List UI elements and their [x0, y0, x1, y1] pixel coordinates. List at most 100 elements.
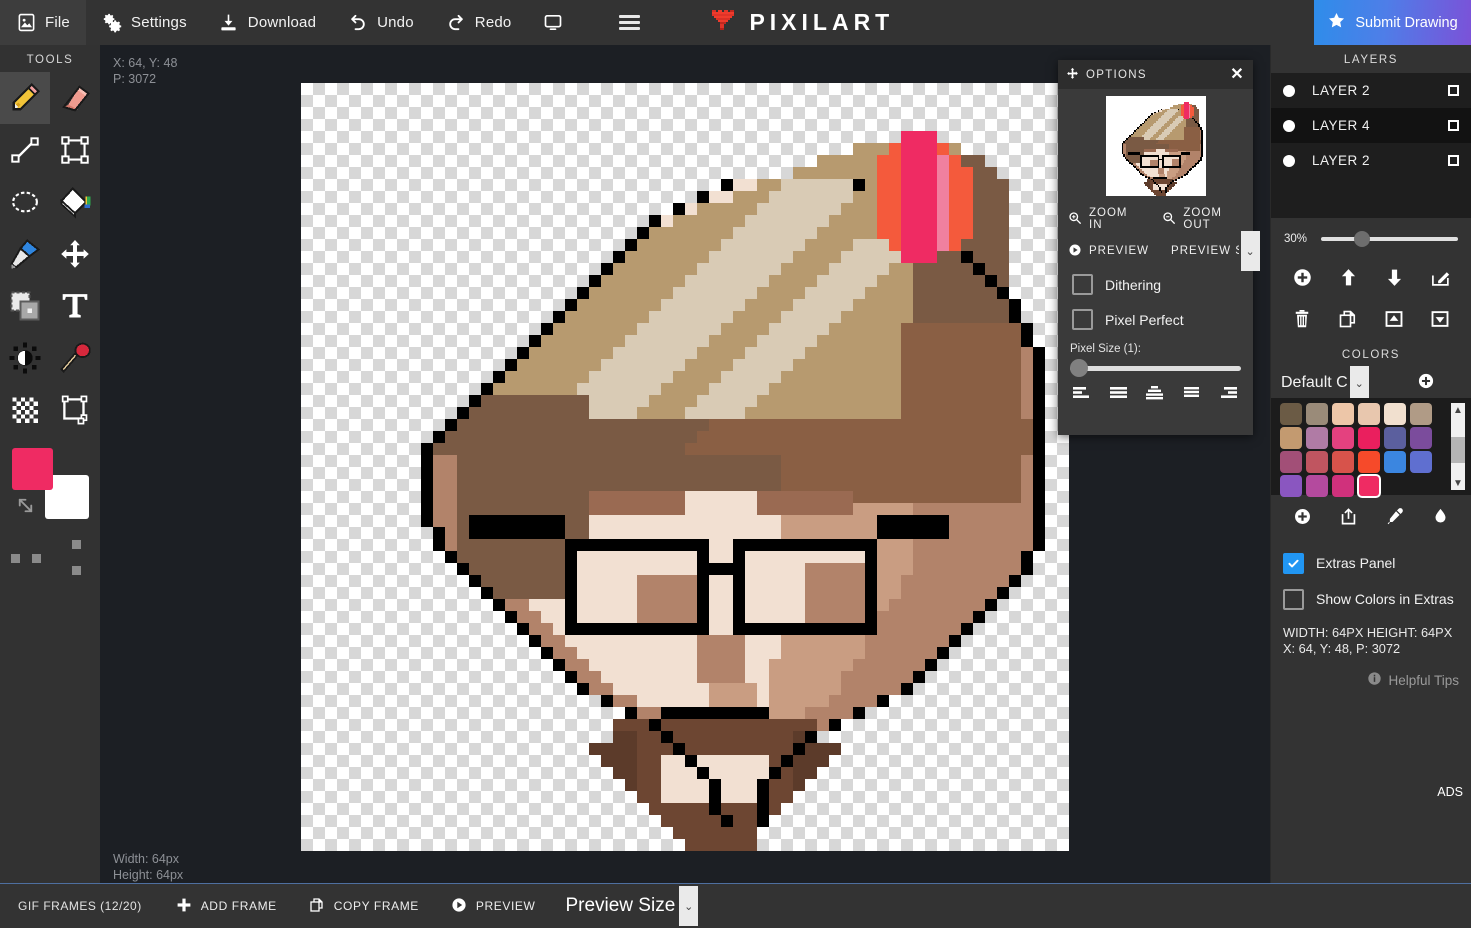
- tool-mirror-brush[interactable]: [50, 332, 100, 384]
- scroll-down-icon[interactable]: ▼: [1451, 476, 1465, 490]
- primary-color-swatch[interactable]: [12, 448, 53, 490]
- color-swatch[interactable]: [1332, 475, 1354, 497]
- preview-size-select[interactable]: PREVIEW SI ⌄: [1171, 231, 1261, 271]
- menu-redo[interactable]: Redo: [430, 0, 528, 45]
- layer-select-checkbox[interactable]: [1448, 120, 1459, 131]
- align-justify-icon[interactable]: [1109, 385, 1129, 407]
- tool-lighten-darken[interactable]: [0, 332, 50, 384]
- scrollbar-thumb[interactable]: [1451, 437, 1465, 463]
- tool-dither[interactable]: [0, 384, 50, 436]
- move-layer-up-icon[interactable]: [1334, 263, 1362, 291]
- color-swatch[interactable]: [1410, 403, 1432, 425]
- menu-download[interactable]: Download: [203, 0, 332, 45]
- pixilart-logo[interactable]: PIXILART: [702, 0, 902, 45]
- scroll-up-icon[interactable]: ▲: [1451, 403, 1465, 417]
- color-swatch[interactable]: [1410, 427, 1432, 449]
- tool-rectangle[interactable]: [50, 124, 100, 176]
- color-swatch[interactable]: [1358, 451, 1380, 473]
- move-handle-icon[interactable]: [1066, 67, 1079, 83]
- submit-drawing-button[interactable]: Submit Drawing: [1314, 0, 1471, 45]
- chevron-down-icon[interactable]: ⌄: [1241, 231, 1261, 271]
- hamburger-icon[interactable]: [609, 5, 650, 40]
- add-layer-icon[interactable]: [1288, 263, 1316, 291]
- extras-panel-checkbox[interactable]: [1283, 552, 1304, 574]
- menu-undo[interactable]: Undo: [332, 0, 430, 45]
- tool-select[interactable]: [0, 280, 50, 332]
- align-block-icon[interactable]: [1182, 385, 1202, 407]
- align-center-icon[interactable]: [1145, 385, 1165, 407]
- show-colors-row[interactable]: Show Colors in Extras: [1283, 581, 1459, 617]
- pixel-size-knob[interactable]: [1070, 359, 1088, 377]
- copy-frame-button[interactable]: COPY FRAME: [293, 884, 435, 928]
- dithering-checkbox[interactable]: [1072, 274, 1093, 295]
- preview-size-selector[interactable]: Preview Size ⌄: [565, 886, 699, 926]
- palette-dropdown-chevron-down-icon[interactable]: ⌄: [1349, 366, 1369, 400]
- merge-down-icon[interactable]: [1426, 305, 1454, 333]
- tool-pencil[interactable]: [0, 72, 50, 124]
- layer-select-checkbox[interactable]: [1448, 155, 1459, 166]
- color-swatch[interactable]: [1306, 451, 1328, 473]
- preview-button[interactable]: PREVIEW: [1068, 243, 1149, 260]
- options-panel[interactable]: OPTIONS ✕ ZOOM IN ZOOM OUT PREVIEW PREVI…: [1058, 60, 1261, 435]
- preview-size-chevron-down-icon[interactable]: ⌄: [679, 886, 699, 926]
- opacity-track[interactable]: [1321, 237, 1458, 241]
- tool-eraser[interactable]: [50, 72, 100, 124]
- color-swatch[interactable]: [1357, 474, 1381, 498]
- add-color-icon[interactable]: [1288, 502, 1316, 530]
- delete-layer-icon[interactable]: [1288, 305, 1316, 333]
- options-panel-header[interactable]: OPTIONS ✕: [1058, 60, 1253, 89]
- swap-colors-icon[interactable]: [14, 494, 37, 522]
- pixel-size-slider[interactable]: [1070, 357, 1241, 379]
- layer-visibility-toggle[interactable]: [1283, 84, 1295, 97]
- color-swatch[interactable]: [1306, 475, 1328, 497]
- extras-panel-row[interactable]: Extras Panel: [1283, 545, 1459, 581]
- preview-button[interactable]: PREVIEW: [435, 884, 552, 928]
- color-swatch[interactable]: [1332, 403, 1354, 425]
- zoom-in-button[interactable]: ZOOM IN: [1068, 207, 1136, 231]
- layer-opacity-slider[interactable]: [1321, 230, 1458, 248]
- color-swatch[interactable]: [1306, 427, 1328, 449]
- color-swatch[interactable]: [1280, 427, 1302, 449]
- tool-text[interactable]: [50, 280, 100, 332]
- duplicate-layer-icon[interactable]: [1334, 305, 1362, 333]
- tool-move[interactable]: [50, 228, 100, 280]
- color-swatch[interactable]: [1384, 403, 1406, 425]
- swatch-scrollbar[interactable]: ▲ ▼: [1451, 403, 1465, 490]
- color-swatch[interactable]: [1332, 451, 1354, 473]
- pixel-art-canvas[interactable]: [301, 83, 1069, 851]
- layer-select-checkbox[interactable]: [1448, 85, 1459, 96]
- drawing-surface[interactable]: [301, 83, 1069, 851]
- layer-row[interactable]: LAYER 4: [1271, 108, 1471, 143]
- eyedropper-icon[interactable]: [1380, 502, 1408, 530]
- show-colors-checkbox[interactable]: [1283, 588, 1304, 610]
- menu-display[interactable]: [527, 0, 579, 45]
- layer-row[interactable]: LAYER 2: [1271, 73, 1471, 108]
- layer-visibility-toggle[interactable]: [1283, 154, 1295, 167]
- move-layer-down-icon[interactable]: [1380, 263, 1408, 291]
- dithering-row[interactable]: Dithering: [1058, 267, 1253, 302]
- align-left-icon[interactable]: [1072, 385, 1092, 407]
- menu-settings[interactable]: Settings: [86, 0, 203, 45]
- helpful-tips-button[interactable]: Helpful Tips: [1271, 657, 1471, 689]
- color-swatch[interactable]: [1358, 403, 1380, 425]
- export-palette-icon[interactable]: [1334, 502, 1362, 530]
- color-swatch[interactable]: [1410, 451, 1432, 473]
- tool-paint-bucket[interactable]: [50, 176, 100, 228]
- tool-transform[interactable]: [50, 384, 100, 436]
- color-swatch[interactable]: [1280, 403, 1302, 425]
- color-swatch[interactable]: [1332, 427, 1354, 449]
- pixel-perfect-checkbox[interactable]: [1072, 309, 1093, 330]
- edit-layer-icon[interactable]: [1426, 263, 1454, 291]
- color-swatch[interactable]: [1280, 451, 1302, 473]
- add-frame-button[interactable]: ADD FRAME: [160, 884, 293, 928]
- pixel-perfect-row[interactable]: Pixel Perfect: [1058, 302, 1253, 337]
- zoom-out-button[interactable]: ZOOM OUT: [1162, 207, 1243, 231]
- color-swatch[interactable]: [1384, 427, 1406, 449]
- pixel-size-track[interactable]: [1070, 365, 1241, 371]
- opacity-knob[interactable]: [1354, 231, 1371, 247]
- color-swatch[interactable]: [1358, 427, 1380, 449]
- align-right-icon[interactable]: [1219, 385, 1239, 407]
- add-palette-icon[interactable]: [1417, 372, 1435, 395]
- color-swatch[interactable]: [1306, 403, 1328, 425]
- color-drop-icon[interactable]: [1426, 502, 1454, 530]
